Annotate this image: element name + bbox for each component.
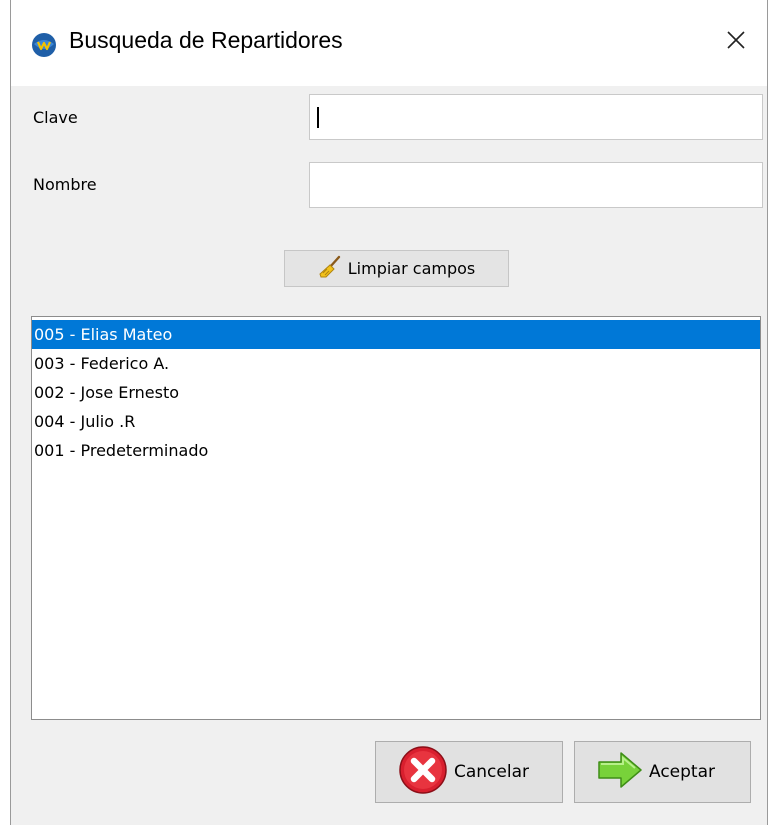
cancel-button[interactable]: Cancelar [375, 741, 563, 803]
list-item[interactable]: 003 - Federico A. [32, 349, 760, 378]
title-bar: Busqueda de Repartidores [11, 0, 767, 86]
clave-input[interactable] [309, 94, 763, 140]
window-title: Busqueda de Repartidores [69, 27, 343, 53]
list-item[interactable]: 004 - Julio .R [32, 407, 760, 436]
delivery-person-list[interactable]: 005 - Elias Mateo 003 - Federico A. 002 … [31, 316, 761, 720]
list-item-label: 002 - Jose Ernesto [34, 383, 180, 402]
list-item-label: 003 - Federico A. [34, 354, 170, 373]
clear-fields-label: Limpiar campos [347, 259, 476, 278]
clear-fields-button[interactable]: Limpiar campos [284, 250, 509, 287]
clave-label: Clave [33, 108, 78, 127]
cancel-label: Cancelar [454, 762, 529, 782]
accept-label: Aceptar [649, 762, 715, 782]
broom-icon [318, 255, 342, 283]
app-logo-icon [31, 32, 57, 58]
list-item-label: 005 - Elias Mateo [34, 325, 173, 344]
list-item-label: 001 - Predeterminado [34, 441, 209, 460]
accept-button[interactable]: Aceptar [574, 741, 751, 803]
nombre-input[interactable] [309, 162, 763, 208]
red-x-circle-icon [398, 745, 448, 800]
close-button[interactable] [705, 14, 767, 70]
list-item[interactable]: 002 - Jose Ernesto [32, 378, 760, 407]
list-item[interactable]: 001 - Predeterminado [32, 436, 760, 465]
green-arrow-right-icon [597, 750, 643, 795]
list-item-label: 004 - Julio .R [34, 412, 136, 431]
dialog-window: Busqueda de Repartidores Clave Nombre Li… [10, 0, 768, 825]
list-item[interactable]: 005 - Elias Mateo [32, 320, 760, 349]
nombre-label: Nombre [33, 175, 97, 194]
text-caret [317, 107, 319, 128]
close-icon [726, 30, 746, 54]
